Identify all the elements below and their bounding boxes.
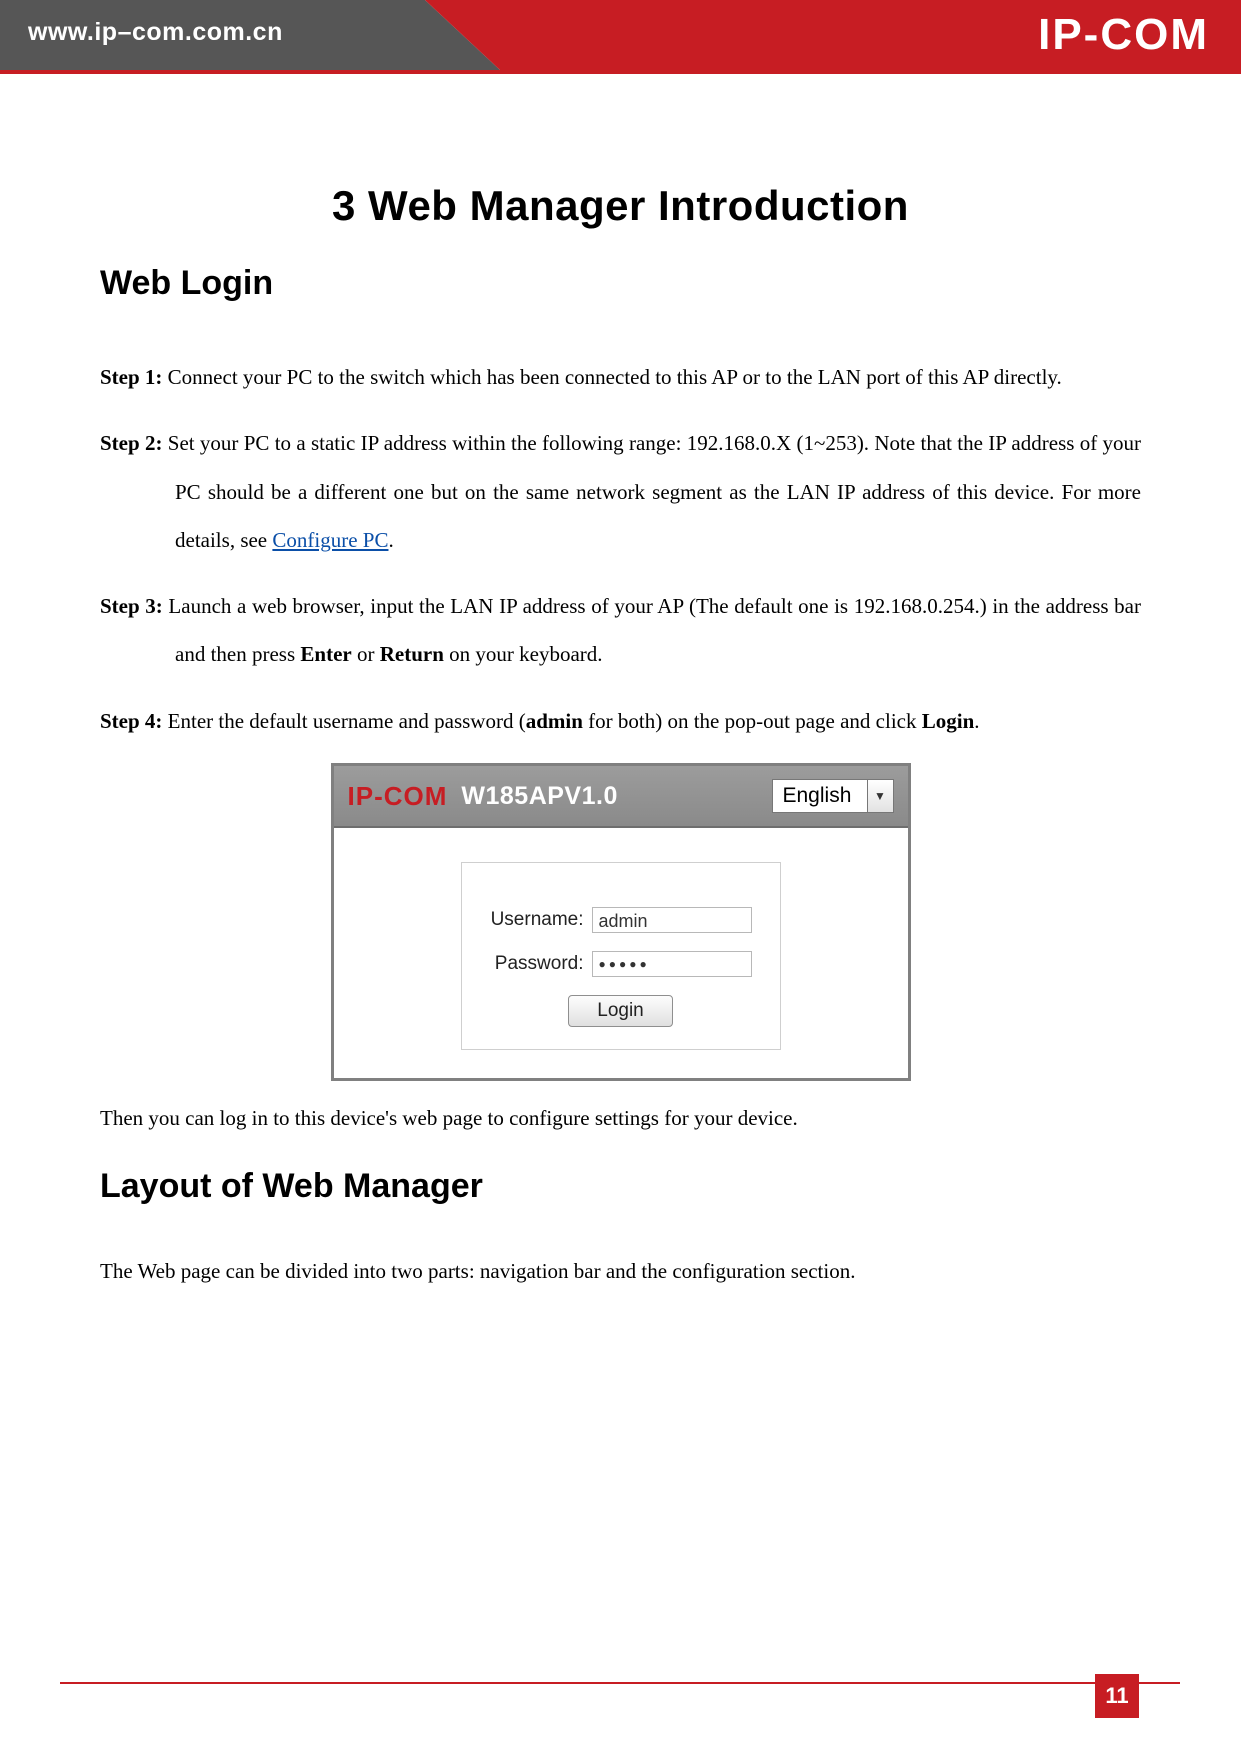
step-1-label: Step 1:: [100, 365, 162, 389]
login-button[interactable]: Login: [568, 995, 673, 1027]
brand-logo: IP-COM: [1038, 10, 1209, 60]
step-3-label: Step 3:: [100, 594, 163, 618]
step-3-mid: or: [352, 642, 380, 666]
language-value: English: [772, 779, 868, 813]
step-4-label: Step 4:: [100, 709, 162, 733]
login-header-bar: IP-COM W185APV1.0 English ▼: [334, 766, 908, 828]
step-4-text-b: for both) on the pop-out page and click: [583, 709, 922, 733]
login-form: Username: admin Password: ●●●●● Login: [461, 862, 781, 1050]
step-4-text-a: Enter the default username and password …: [162, 709, 525, 733]
step-3-enter: Enter: [300, 642, 351, 666]
username-label: Username:: [484, 909, 584, 931]
footer-divider: [60, 1682, 1180, 1684]
step-3-text-b: on your keyboard.: [444, 642, 603, 666]
password-label: Password:: [484, 953, 584, 975]
step-4-login: Login: [922, 709, 975, 733]
step-2-text-b: .: [388, 528, 393, 552]
step-1-text: Connect your PC to the switch which has …: [162, 365, 1061, 389]
step-1: Step 1: Connect your PC to the switch wh…: [100, 353, 1141, 401]
language-select[interactable]: English ▼: [772, 779, 894, 813]
section-title-layout: Layout of Web Manager: [100, 1167, 1141, 1206]
step-4-text-c: .: [974, 709, 979, 733]
login-brand-logo: IP-COM: [348, 781, 448, 812]
brand-logo-text: IP-COM: [1038, 10, 1209, 60]
header-url: www.ip–com.com.cn: [28, 18, 283, 47]
step-3-return: Return: [380, 642, 444, 666]
login-screenshot: IP-COM W185APV1.0 English ▼ Username: ad…: [331, 763, 911, 1081]
header-divider: [0, 70, 1241, 74]
username-row: Username: admin: [484, 907, 758, 933]
page-number: 11: [1095, 1674, 1139, 1718]
step-4: Step 4: Enter the default username and p…: [100, 697, 1141, 745]
layout-text: The Web page can be divided into two par…: [100, 1252, 1141, 1292]
page-header: www.ip–com.com.cn IP-COM: [0, 0, 1241, 70]
step-2: Step 2: Set your PC to a static IP addre…: [100, 419, 1141, 564]
step-4-admin: admin: [526, 709, 583, 733]
step-3: Step 3: Launch a web browser, input the …: [100, 582, 1141, 679]
section-title-web-login: Web Login: [100, 264, 1141, 303]
password-row: Password: ●●●●●: [484, 951, 758, 977]
step-2-label: Step 2:: [100, 431, 162, 455]
page-content: 3 Web Manager Introduction Web Login Ste…: [0, 70, 1241, 1292]
login-model-text: W185APV1.0: [461, 782, 617, 811]
post-login-text: Then you can log in to this device's web…: [100, 1099, 1141, 1139]
login-body: Username: admin Password: ●●●●● Login: [334, 828, 908, 1078]
configure-pc-link[interactable]: Configure PC: [272, 528, 388, 552]
password-input[interactable]: ●●●●●: [592, 951, 752, 977]
chevron-down-icon[interactable]: ▼: [868, 779, 894, 813]
username-input[interactable]: admin: [592, 907, 752, 933]
chapter-title: 3 Web Manager Introduction: [100, 182, 1141, 230]
